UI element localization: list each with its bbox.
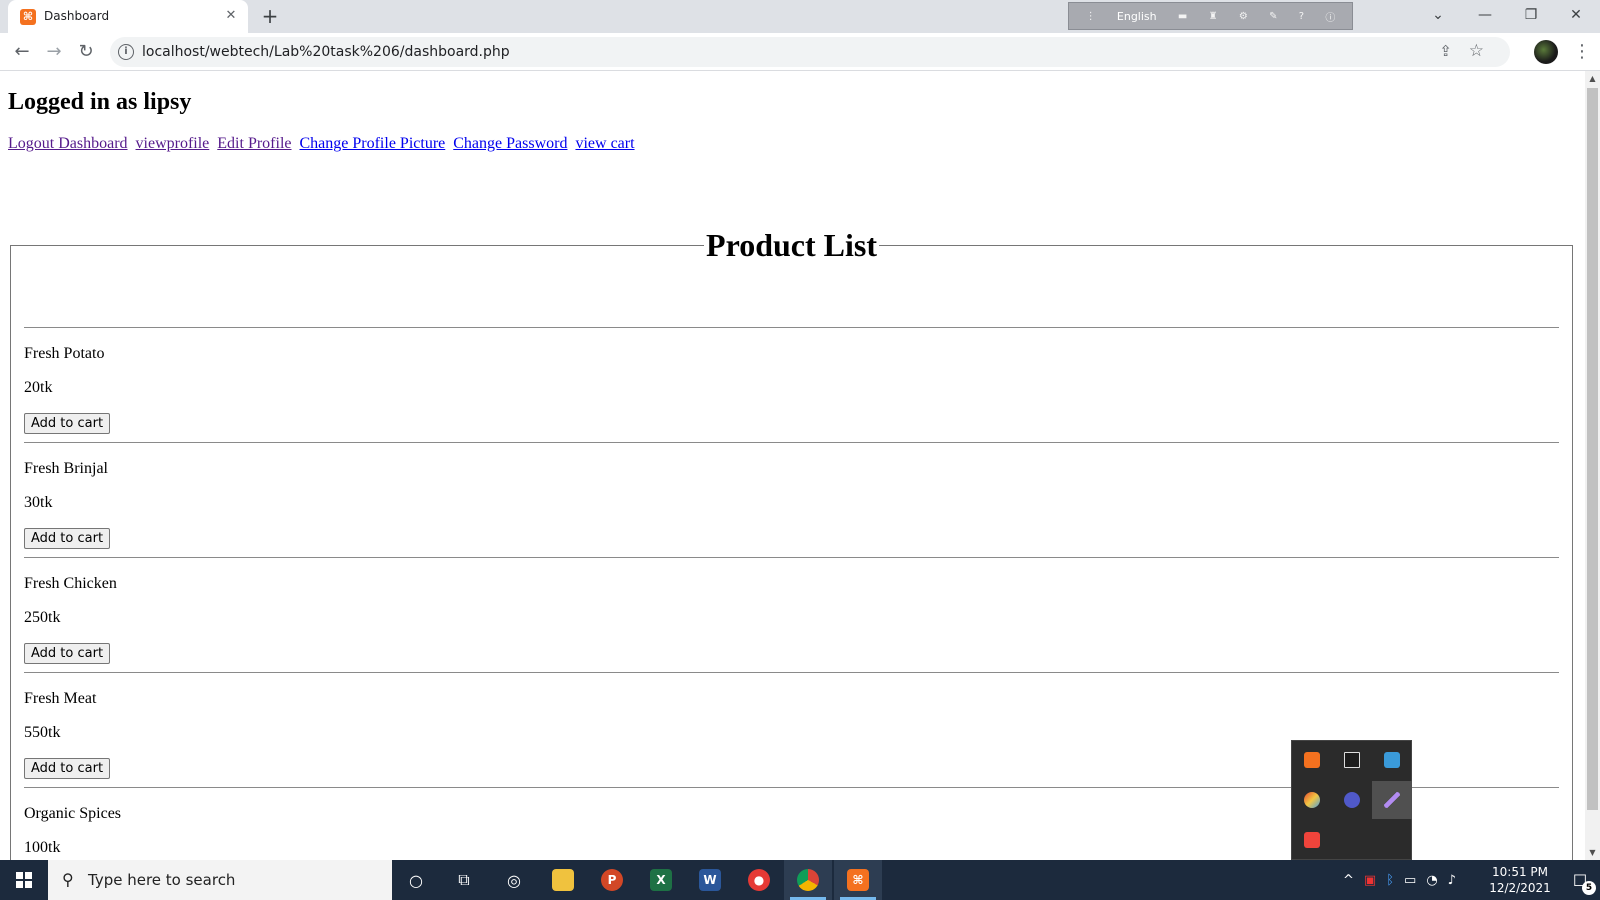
settings-icon[interactable]: ⚙	[1239, 11, 1248, 22]
anydesk-icon[interactable]	[1292, 821, 1332, 859]
chrome-icon[interactable]	[784, 860, 832, 900]
add-to-cart-button[interactable]: Add to cart	[24, 528, 111, 549]
scroll-down-arrow-icon[interactable]: ▼	[1585, 845, 1600, 860]
system-clock[interactable]: 10:51 PM 12/2/2021	[1478, 864, 1562, 896]
bluetooth-icon[interactable]: ᛒ	[1386, 873, 1394, 888]
edit-profile-link[interactable]: Edit Profile	[217, 135, 291, 152]
xampp-icon[interactable]	[1292, 741, 1332, 779]
add-to-cart-button[interactable]: Add to cart	[24, 758, 111, 779]
xampp-taskbar-icon[interactable]: ⌘	[834, 860, 882, 900]
forward-button[interactable]: →	[40, 38, 68, 66]
product-name: Fresh Meat	[24, 690, 97, 707]
view-cart-link[interactable]: view cart	[575, 135, 634, 152]
product-item: Fresh Chicken 250tk Add to cart	[24, 557, 1559, 671]
windows-icon	[16, 872, 32, 888]
product-item: Fresh Brinjal 30tk Add to cart	[24, 442, 1559, 556]
product-price: 550tk	[24, 724, 61, 741]
product-price: 30tk	[24, 494, 53, 511]
volume-icon[interactable]: ♪	[1448, 873, 1456, 888]
pen-icon[interactable]: ✎	[1269, 11, 1277, 22]
tray-expand-icon[interactable]: ^	[1343, 873, 1354, 888]
mouse-icon[interactable]: ♜	[1209, 11, 1218, 22]
taskbar-search-box[interactable]: ⚲ Type here to search	[48, 860, 392, 900]
search-placeholder[interactable]: Type here to search	[88, 871, 235, 889]
change-password-link[interactable]: Change Password	[453, 135, 567, 152]
url-text[interactable]: localhost/webtech/Lab%20task%206/dashboa…	[142, 44, 510, 60]
share-icon[interactable]: ⇪	[1439, 42, 1452, 60]
page-title: Logged in as lipsy	[8, 89, 192, 115]
change-profile-picture-link[interactable]: Change Profile Picture	[300, 135, 446, 152]
product-price: 20tk	[24, 379, 53, 396]
address-bar[interactable]: i localhost/webtech/Lab%20task%206/dashb…	[110, 37, 1510, 67]
xampp-icon: ⌘	[20, 9, 36, 25]
powerpoint-icon[interactable]: P	[588, 860, 636, 900]
logout-dashboard-link[interactable]: Logout Dashboard	[8, 135, 128, 152]
info-icon[interactable]: ⓘ	[1325, 9, 1335, 24]
window-close-button[interactable]: ✕	[1556, 2, 1596, 28]
start-button[interactable]	[0, 860, 48, 900]
product-name: Organic Spices	[24, 805, 122, 822]
close-icon[interactable]: ✕	[222, 7, 240, 25]
add-to-cart-button[interactable]: Add to cart	[24, 413, 111, 434]
product-price: 100tk	[24, 839, 61, 856]
viewprofile-link[interactable]: viewprofile	[136, 135, 210, 152]
acrobat-icon[interactable]: ▣	[1364, 873, 1376, 888]
excel-icon[interactable]: X	[637, 860, 685, 900]
browser-tab[interactable]: ⌘ Dashboard ✕	[8, 0, 248, 33]
ime-language-bar[interactable]: ⋮ English ▬ ♜ ⚙ ✎ ? ⓘ	[1068, 2, 1353, 30]
site-info-icon[interactable]: i	[118, 44, 134, 60]
word-icon[interactable]: W	[686, 860, 734, 900]
system-tray: ^ ▣ ᛒ ▭ ◔ ♪	[1338, 860, 1461, 900]
clock-date: 12/2/2021	[1489, 881, 1551, 895]
product-item: Fresh Potato 20tk Add to cart	[24, 327, 1559, 441]
notification-count: 5	[1582, 881, 1596, 895]
battery-icon[interactable]: ▭	[1404, 873, 1416, 888]
wifi-icon[interactable]: ◔	[1426, 873, 1437, 888]
browser-tab-strip: ⌘ Dashboard ✕ + ⋮ English ▬ ♜ ⚙ ✎ ? ⓘ ⌄ …	[0, 0, 1600, 33]
help-icon[interactable]: ?	[1299, 11, 1304, 22]
cortana-icon[interactable]: ○	[392, 860, 440, 900]
reload-button[interactable]: ↻	[72, 38, 100, 66]
scroll-thumb[interactable]	[1587, 88, 1598, 810]
browser-toolbar: ← → ↻ i localhost/webtech/Lab%20task%206…	[0, 33, 1600, 71]
ime-language[interactable]: English	[1117, 10, 1157, 23]
restore-button[interactable]: ❐	[1511, 2, 1551, 28]
product-list-legend: Product List	[706, 227, 877, 263]
tray-overflow-popup	[1291, 740, 1412, 860]
profile-avatar[interactable]	[1534, 40, 1558, 64]
new-tab-button[interactable]: +	[258, 5, 282, 29]
back-button[interactable]: ←	[8, 38, 36, 66]
pen-icon[interactable]	[1372, 781, 1412, 819]
product-price: 250tk	[24, 609, 61, 626]
minimize-button[interactable]: —	[1465, 2, 1505, 28]
page-scrollbar[interactable]: ▲ ▼	[1585, 71, 1600, 860]
recorder-icon[interactable]: ●	[735, 860, 783, 900]
browser-menu-icon[interactable]: ⋮	[1572, 38, 1592, 66]
media-icon[interactable]: ◎	[490, 860, 538, 900]
search-icon: ⚲	[62, 870, 74, 889]
notification-center-icon[interactable]: ☐ 5	[1560, 860, 1600, 900]
ime-handle-icon[interactable]: ⋮	[1086, 11, 1096, 22]
scroll-up-arrow-icon[interactable]: ▲	[1585, 71, 1600, 86]
file-explorer-icon[interactable]	[539, 860, 587, 900]
teams-icon[interactable]	[1332, 781, 1372, 819]
product-name: Fresh Brinjal	[24, 460, 108, 477]
add-to-cart-button[interactable]: Add to cart	[24, 643, 111, 664]
product-name: Fresh Chicken	[24, 575, 117, 592]
nav-links: Logout Dashboard viewprofile Edit Profil…	[8, 135, 639, 153]
product-name: Fresh Potato	[24, 345, 105, 362]
monitor-icon[interactable]	[1332, 741, 1372, 779]
keyboard-icon[interactable]: ▬	[1178, 11, 1187, 22]
task-view-icon[interactable]: ⧉	[440, 860, 488, 900]
paint-icon[interactable]	[1292, 781, 1332, 819]
network-icon[interactable]	[1372, 741, 1412, 779]
clock-time: 10:51 PM	[1492, 865, 1548, 879]
tab-search-button[interactable]: ⌄	[1418, 2, 1458, 28]
tab-title: Dashboard	[44, 9, 110, 23]
taskbar: ⚲ Type here to search ○ ⧉ ◎ P X W ● ⌘ ^ …	[0, 860, 1600, 900]
bookmark-star-icon[interactable]: ☆	[1469, 41, 1484, 61]
